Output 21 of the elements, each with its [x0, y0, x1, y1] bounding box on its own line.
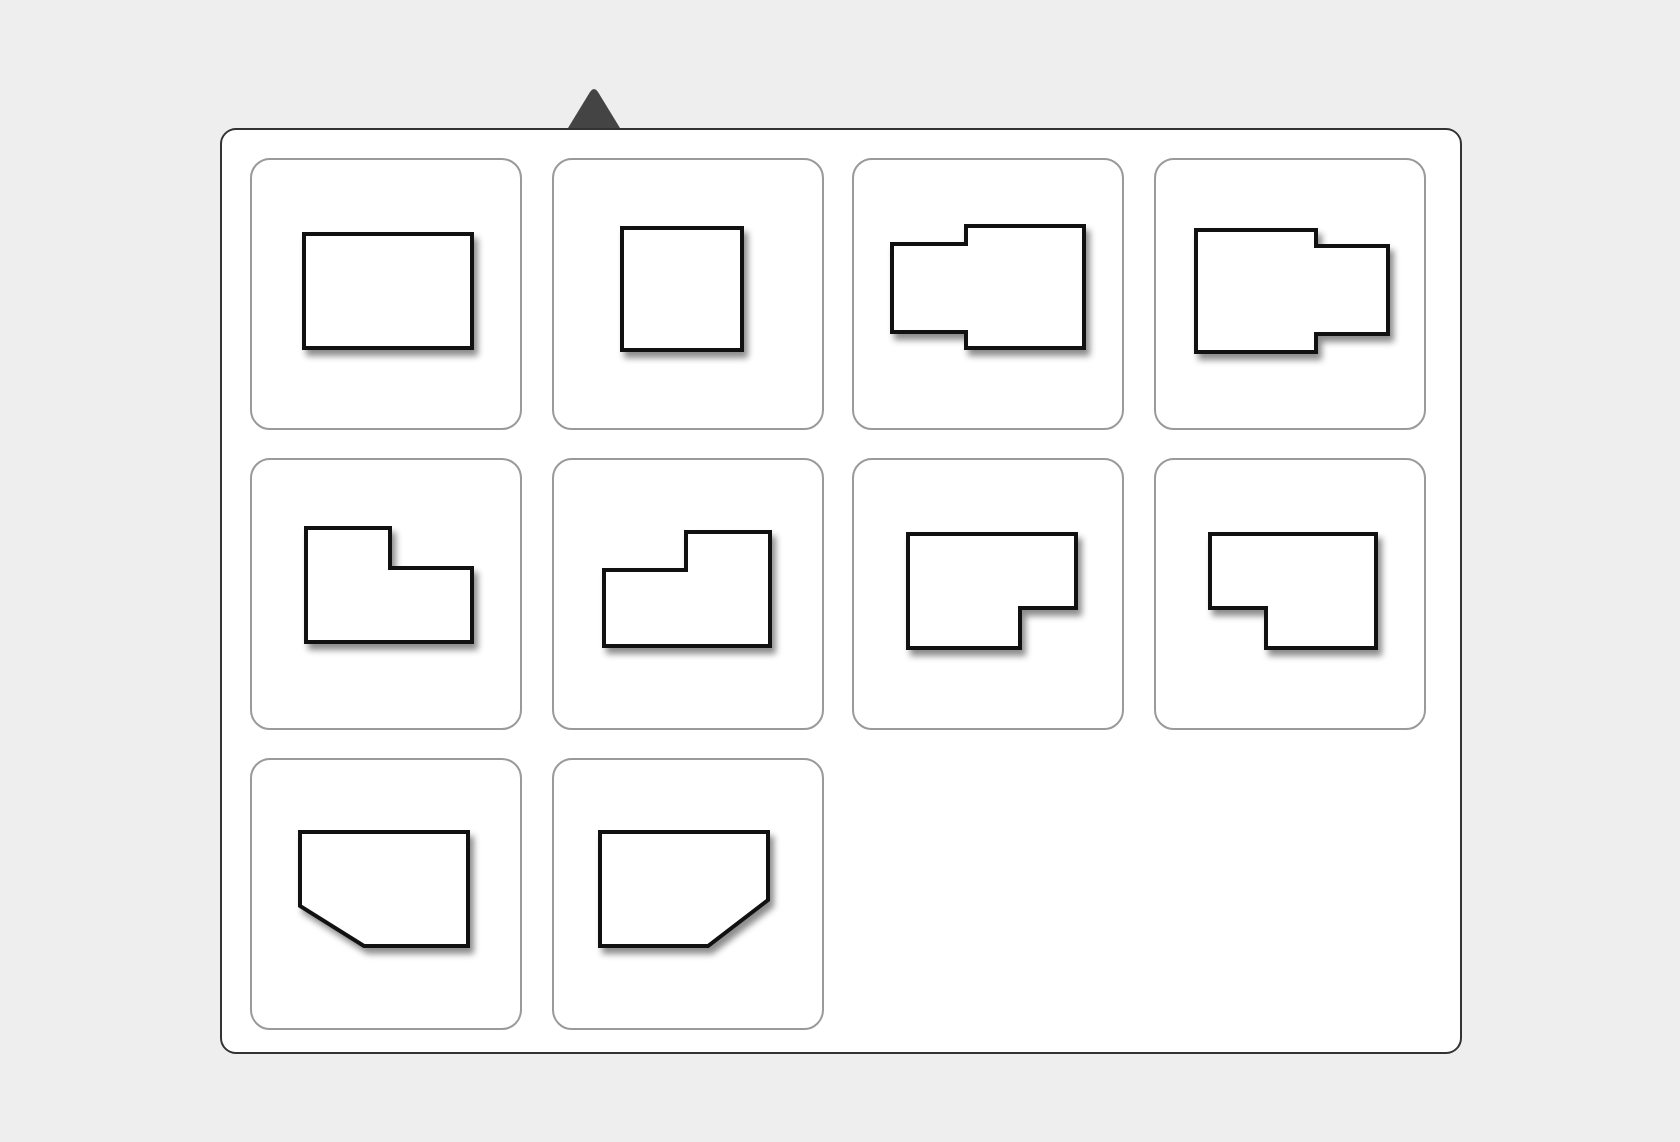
shape-option-button[interactable] — [852, 458, 1124, 730]
chamfered-shape-icon — [298, 830, 470, 948]
shape-option-button[interactable] — [250, 758, 522, 1030]
cross-shape-icon — [890, 224, 1086, 350]
shape-option-button[interactable] — [1153, 458, 1425, 730]
rectangle-icon — [302, 232, 474, 350]
shape-option-button[interactable] — [551, 158, 823, 430]
l-shape-icon — [906, 532, 1078, 650]
shape-option-button[interactable] — [1153, 158, 1425, 430]
l-shape-icon — [304, 526, 474, 644]
l-shape-icon — [1207, 532, 1377, 650]
shape-option-button[interactable] — [551, 758, 823, 1030]
shape-option-button[interactable] — [250, 158, 522, 430]
shape-option-button[interactable] — [250, 458, 522, 730]
chamfered-shape-icon — [597, 830, 769, 948]
l-shape-icon — [601, 530, 771, 648]
square-icon — [619, 226, 743, 352]
shape-option-button[interactable] — [852, 158, 1124, 430]
cross-shape-icon — [1193, 228, 1389, 354]
popover-pointer — [566, 86, 622, 128]
shape-option-button[interactable] — [551, 458, 823, 730]
